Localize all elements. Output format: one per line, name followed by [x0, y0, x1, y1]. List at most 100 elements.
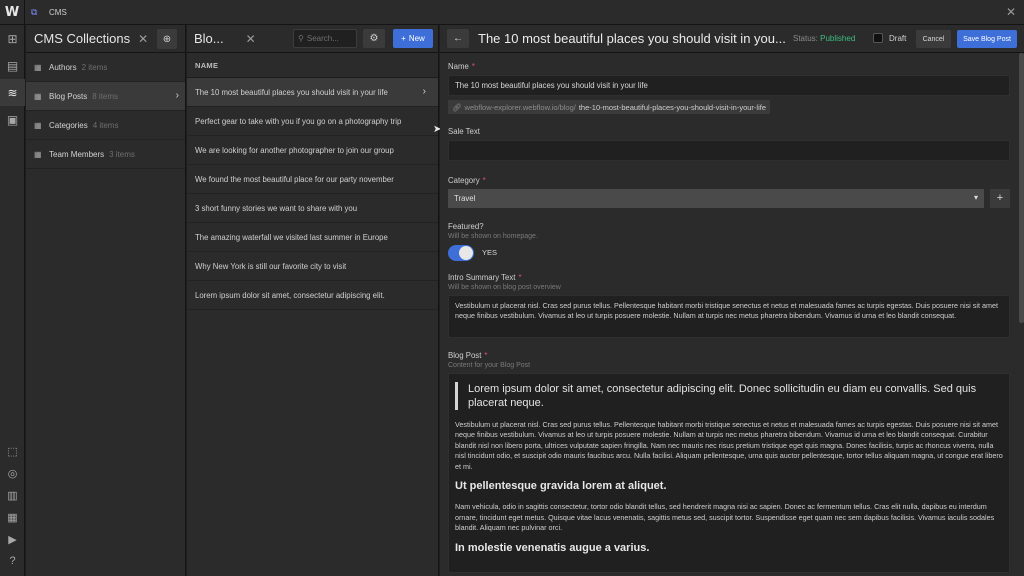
- blog-post-rich-text-editor[interactable]: Lorem ipsum dolor sit amet, consectetur …: [448, 372, 1010, 573]
- list-item[interactable]: 3 short funny stories we want to share w…: [187, 194, 438, 223]
- name-label: Name *: [448, 62, 1010, 71]
- heading: Ut pellentesque gravida lorem at aliquet…: [455, 480, 667, 492]
- intro-label: Intro Summary Text *: [448, 273, 1010, 282]
- intro-hint: Will be shown on blog post overview: [448, 283, 561, 291]
- editor-header: ← The 10 most beautiful places you shoul…: [440, 25, 1024, 53]
- collections-header: CMS Collections ✕ ⊕: [26, 25, 185, 53]
- add-panel-icon[interactable]: ⊞: [0, 25, 25, 52]
- name-field[interactable]: The 10 most beautiful places you should …: [448, 75, 1010, 96]
- new-item-button[interactable]: + New: [393, 29, 433, 48]
- blog-posts-header: Blo... ✕ ⚲ Search... ⚙ + New: [187, 25, 438, 53]
- status-label: Status:: [793, 34, 818, 43]
- collection-count: 3 items: [109, 149, 135, 159]
- cms-icon: ⧉: [31, 6, 38, 17]
- blog-posts-title: Blo...: [194, 31, 224, 46]
- collection-count: 8 items: [92, 91, 119, 101]
- search-input[interactable]: ⚲ Search...: [293, 29, 357, 48]
- video-icon[interactable]: ▶: [0, 528, 25, 550]
- list-item-label: Perfect gear to take with you if you go …: [195, 116, 402, 126]
- sale-text-field[interactable]: [448, 139, 1010, 161]
- close-icon[interactable]: ✕: [1006, 5, 1016, 19]
- status-text: Status: Published: [793, 34, 855, 43]
- scrollbar-thumb[interactable]: [1019, 53, 1024, 323]
- blog-post-label-text: Blog Post: [448, 350, 482, 360]
- cms-section-label: ⧉ CMS: [25, 6, 67, 17]
- preview-icon[interactable]: ◎: [0, 462, 25, 484]
- cms-database-icon[interactable]: ≋: [0, 79, 25, 106]
- intro-summary-textarea[interactable]: Vestibulum ut placerat nisl. Cras sed pu…: [448, 294, 1010, 338]
- gear-icon[interactable]: ⚙: [363, 29, 385, 48]
- draft-checkbox[interactable]: [873, 33, 883, 43]
- slug-value: the-10-most-beautiful-places-you-should-…: [578, 102, 766, 112]
- list-item-label: The amazing waterfall we visited last su…: [195, 232, 388, 242]
- collection-name: Team Members: [49, 149, 105, 159]
- featured-label: Featured?: [448, 221, 484, 231]
- layout-icon[interactable]: ▦: [0, 506, 25, 528]
- cancel-button[interactable]: Cancel: [916, 30, 951, 48]
- link-icon: 🔗︎: [452, 102, 462, 112]
- list-item[interactable]: Lorem ipsum dolor sit amet, consectetur …: [187, 281, 438, 310]
- blog-post-hint: Content for your Blog Post: [448, 361, 531, 369]
- name-label-text: Name: [448, 62, 469, 71]
- pages-icon[interactable]: ▤: [0, 52, 25, 79]
- collections-title: CMS Collections: [34, 31, 131, 46]
- list-item-label: The 10 most beautiful places you should …: [195, 87, 388, 97]
- list-item-label: We found the most beautiful place for ou…: [195, 174, 394, 184]
- category-value: Travel: [454, 193, 476, 203]
- list-item-label: Why New York is still our favorite city …: [195, 261, 347, 271]
- search-placeholder: Search...: [306, 34, 339, 43]
- help-icon[interactable]: ?: [0, 550, 25, 572]
- name-column-header[interactable]: NAME: [187, 53, 438, 78]
- featured-value: YES: [482, 248, 498, 257]
- collection-item-blog-posts[interactable]: ▦ Blog Posts 8 items ›: [26, 82, 185, 111]
- required-marker: *: [482, 175, 486, 185]
- close-collections-icon[interactable]: ✕: [138, 32, 148, 46]
- required-marker: *: [484, 350, 488, 360]
- chevron-right-icon: ›: [422, 86, 426, 97]
- paragraph: Vestibulum ut placerat nisl. Cras sed pu…: [455, 419, 1003, 471]
- blog-posts-panel: Blo... ✕ ⚲ Search... ⚙ + New NAME The 10…: [187, 25, 439, 576]
- list-item[interactable]: The amazing waterfall we visited last su…: [187, 223, 438, 252]
- search-icon: ⚲: [298, 34, 304, 43]
- collection-item-authors[interactable]: ▦ Authors 2 items: [26, 53, 185, 82]
- collection-icon: ▦: [34, 91, 42, 101]
- list-item[interactable]: Perfect gear to take with you if you go …: [187, 107, 438, 136]
- collection-name: Authors: [49, 62, 77, 72]
- add-category-button[interactable]: +: [990, 188, 1010, 208]
- editor-form: Name * The 10 most beautiful places you s…: [448, 53, 1010, 573]
- add-collection-button[interactable]: ⊕: [157, 29, 177, 49]
- scrollbar[interactable]: [1019, 53, 1024, 573]
- collection-item-categories[interactable]: ▦ Categories 4 items: [26, 111, 185, 140]
- save-button[interactable]: Save Blog Post: [957, 30, 1017, 48]
- list-item[interactable]: We found the most beautiful place for ou…: [187, 165, 438, 194]
- slug-prefix: webflow-explorer.webflow.io/blog/: [464, 102, 576, 112]
- editor-title: The 10 most beautiful places you should …: [478, 31, 786, 46]
- chevron-down-icon: ▾: [973, 192, 978, 202]
- audit-icon[interactable]: ▥: [0, 484, 25, 506]
- featured-toggle[interactable]: [448, 244, 474, 261]
- heading: In molestie venenatis augue a varius.: [455, 541, 650, 554]
- close-blog-posts-icon[interactable]: ✕: [246, 32, 256, 46]
- webflow-logo[interactable]: W: [0, 0, 25, 25]
- assets-icon[interactable]: ▣: [0, 106, 25, 133]
- intro-label-text: Intro Summary Text: [448, 272, 516, 282]
- list-item[interactable]: We are looking for another photographer …: [187, 136, 438, 165]
- collection-name: Blog Posts: [49, 91, 88, 101]
- slug-field[interactable]: 🔗︎ webflow-explorer.webflow.io/blog/the-…: [448, 100, 770, 114]
- chevron-right-icon: ›: [175, 90, 179, 101]
- toggle-knob: [459, 245, 473, 260]
- required-marker: *: [518, 272, 522, 282]
- collection-icon: ▦: [34, 62, 42, 72]
- list-item-label: We are looking for another photographer …: [195, 145, 394, 155]
- category-select[interactable]: Travel ▾: [448, 188, 984, 208]
- select-tool-icon[interactable]: ⬚: [0, 440, 25, 462]
- sale-text-label: Sale Text: [448, 126, 480, 136]
- collection-item-team-members[interactable]: ▦ Team Members 3 items: [26, 140, 185, 169]
- cms-collections-panel: CMS Collections ✕ ⊕ ▦ Authors 2 items ▦ …: [26, 25, 186, 576]
- list-item[interactable]: Why New York is still our favorite city …: [187, 252, 438, 281]
- back-arrow-icon[interactable]: ←: [447, 29, 469, 48]
- paragraph: Nam vehicula, odio in sagittis consectet…: [455, 502, 995, 532]
- plus-icon: +: [401, 34, 406, 43]
- collection-count: 4 items: [92, 120, 119, 130]
- list-item[interactable]: The 10 most beautiful places you should …: [187, 78, 438, 107]
